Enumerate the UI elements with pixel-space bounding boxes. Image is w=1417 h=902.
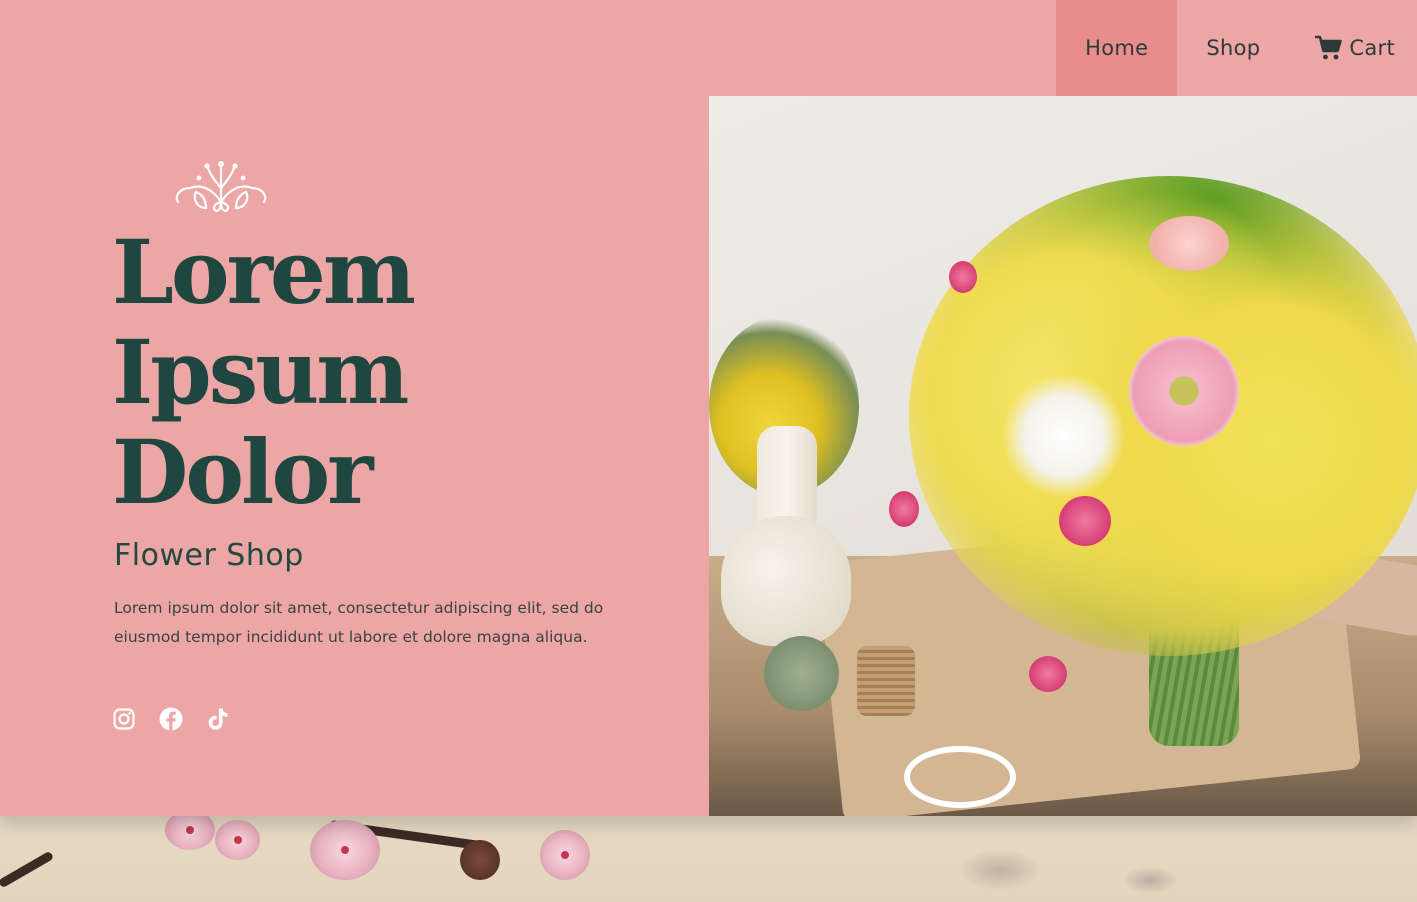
nav-home-label: Home	[1085, 36, 1149, 60]
social-links	[112, 707, 230, 731]
headline-line-3: Dolor	[112, 420, 374, 524]
nav-shop-label: Shop	[1206, 36, 1261, 60]
main-nav: Home Shop Cart	[1056, 0, 1417, 96]
headline: Lorem Ipsum Dolor	[112, 220, 416, 524]
blossom-flower	[215, 820, 260, 860]
blossom-flower	[310, 820, 380, 880]
floral-ornament-icon	[175, 161, 267, 213]
hero-panel: Home Shop Cart Lorem Ipsum Dolor Flower …	[0, 0, 1417, 816]
nav-home[interactable]: Home	[1056, 0, 1178, 96]
tiktok-icon[interactable]	[206, 707, 230, 731]
subtitle: Flower Shop	[114, 538, 304, 573]
blossom-flower	[165, 810, 215, 850]
bouquet-photo	[709, 96, 1417, 816]
headline-line-2: Ipsum	[112, 320, 409, 424]
instagram-icon[interactable]	[112, 707, 136, 731]
nav-cart[interactable]: Cart	[1289, 0, 1417, 96]
blossom-flower	[540, 830, 590, 880]
headline-line-1: Lorem	[112, 220, 416, 324]
body-text: Lorem ipsum dolor sit amet, consectetur …	[114, 599, 604, 646]
nav-cart-label: Cart	[1349, 36, 1395, 60]
facebook-icon[interactable]	[159, 707, 183, 731]
cart-icon	[1315, 35, 1343, 60]
nav-shop[interactable]: Shop	[1177, 0, 1289, 96]
blossom-bud	[460, 840, 500, 880]
blossom-branch	[0, 850, 55, 889]
